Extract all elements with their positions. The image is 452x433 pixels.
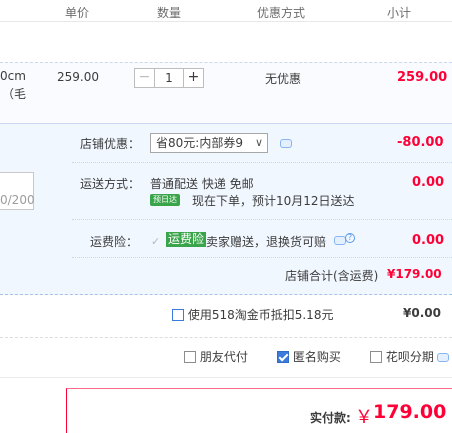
quantity-plus-button[interactable]: +	[183, 69, 203, 87]
friend-pay-checkbox[interactable]	[184, 351, 196, 363]
insurance-text: 卖家赠送，退换货可赔	[206, 235, 327, 249]
chevron-down-icon: ∨	[254, 136, 263, 149]
chat-icon[interactable]	[437, 353, 449, 362]
header-quantity: 数量	[157, 6, 182, 20]
friend-pay-option[interactable]: 朋友代付	[184, 348, 248, 365]
insurance-label: 运费险：	[90, 235, 139, 249]
item-price: 259.00	[57, 70, 99, 84]
shop-coupon-label: 店铺优惠：	[80, 137, 141, 151]
payment-label: 实付款:	[310, 411, 351, 425]
coins-amount: ¥0.00	[403, 306, 441, 320]
item-title-fragment-2[interactable]: （毛	[2, 85, 26, 102]
coins-label: 使用518淘金币抵扣5.18元	[187, 308, 334, 322]
insurance-amount: 0.00	[412, 233, 445, 248]
payment-amount: 179.00	[373, 401, 447, 423]
insurance-check-icon: ✓	[151, 235, 161, 248]
shipping-amount: 0.00	[412, 175, 445, 190]
delivery-badge-label: 预日达	[153, 195, 177, 204]
message-counter: 0/200	[0, 193, 35, 207]
table-header: 单价 数量 优惠方式 小计	[0, 0, 452, 22]
shop-coupon-amount: -80.00	[397, 135, 444, 150]
shop-total-label: 店铺合计(含运费)	[285, 269, 379, 283]
friend-pay-label: 朋友代付	[199, 350, 248, 364]
divider	[0, 337, 452, 338]
huabei-label: 花呗分期	[385, 350, 434, 364]
shop-coupon-select[interactable]: 省80元:内部券9 ∨	[150, 133, 268, 153]
coins-checkbox[interactable]	[172, 309, 184, 321]
anonymous-checkbox[interactable]	[277, 351, 289, 363]
header-subtotal: 小计	[387, 6, 412, 20]
huabei-option[interactable]: 花呗分期	[370, 348, 434, 365]
quantity-minus-button[interactable]: −	[135, 69, 155, 87]
anonymous-option[interactable]: 匿名购买	[277, 348, 341, 365]
payment-currency: ￥	[355, 407, 373, 428]
shop-shipping-label: 运送方式：	[80, 177, 141, 191]
help-icon[interactable]: ?	[345, 233, 355, 243]
header-unit-price: 单价	[65, 6, 90, 20]
quantity-stepper: − 1 +	[134, 68, 204, 88]
item-title-fragment[interactable]: 0cm	[0, 69, 26, 83]
anonymous-label: 匿名购买	[292, 350, 341, 364]
shop-coupon-select-value: 省80元:内部券9	[156, 136, 243, 150]
header-discount: 优惠方式	[257, 6, 306, 20]
insurance-tag: 运费险	[166, 232, 207, 247]
coins-option[interactable]: 使用518淘金币抵扣5.18元	[172, 306, 333, 323]
delivery-badge: 预日达	[150, 194, 180, 206]
delivery-estimate: 现在下单，预计10月12日送达	[192, 194, 355, 208]
item-subtotal: 259.00	[397, 70, 448, 85]
huabei-checkbox[interactable]	[370, 351, 382, 363]
shipping-method: 普通配送 快递 免邮	[150, 177, 254, 191]
shop-total-value: ¥179.00	[387, 267, 442, 281]
chat-icon[interactable]	[280, 139, 292, 148]
quantity-input[interactable]: 1	[155, 69, 183, 87]
item-discount: 无优惠	[265, 72, 302, 86]
